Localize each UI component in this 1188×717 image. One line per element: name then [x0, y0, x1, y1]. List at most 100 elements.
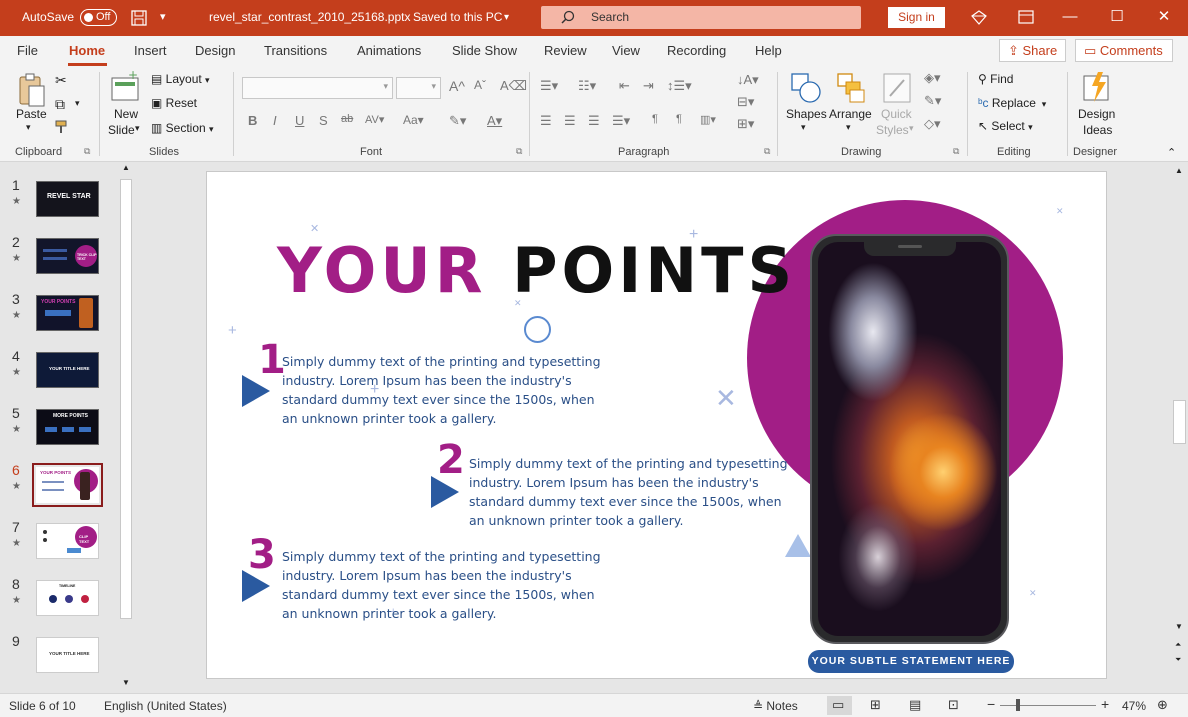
- search-box[interactable]: Search: [541, 6, 861, 29]
- tab-design[interactable]: Design: [195, 43, 235, 58]
- align-text-icon[interactable]: ⊟▾: [737, 94, 754, 110]
- slide[interactable]: YOUR POINTS ✕ + ✕ + + ✕ ✕ ✕ + 1 Simply d…: [206, 171, 1107, 679]
- copy-icon[interactable]: ⧉: [55, 96, 65, 113]
- select-button[interactable]: ↖ Select ▾: [978, 119, 1033, 133]
- slide-thumbnail-6[interactable]: YOUR POINTS: [36, 467, 99, 503]
- zoom-slider-thumb[interactable]: [1016, 699, 1020, 711]
- slide-thumbnail-3[interactable]: YOUR POINTS: [36, 295, 99, 331]
- close-icon[interactable]: ✕: [1153, 6, 1175, 28]
- italic-icon[interactable]: I: [273, 113, 277, 128]
- new-slide-label-2[interactable]: Slide: [108, 123, 135, 137]
- chevron-down-icon[interactable]: ▾: [909, 123, 914, 134]
- slide-thumbnail-5[interactable]: MORE POINTS: [36, 409, 99, 445]
- slideshow-icon[interactable]: ⊡: [948, 697, 959, 713]
- tab-slide-show[interactable]: Slide Show: [452, 43, 517, 58]
- tab-file[interactable]: File: [17, 43, 38, 58]
- justify-icon[interactable]: ☰▾: [612, 113, 630, 129]
- rtl-icon[interactable]: ¶: [676, 113, 682, 125]
- reading-view-icon[interactable]: ▤: [909, 697, 921, 713]
- font-size-combo[interactable]: ▾: [396, 77, 441, 99]
- layout-button[interactable]: ▤ Layout ▾: [151, 72, 210, 86]
- scrollbar-thumb[interactable]: [1173, 400, 1186, 444]
- language-indicator[interactable]: English (United States): [104, 699, 227, 713]
- slide-thumbnail-2[interactable]: TRICK CLIP TEXT: [36, 238, 99, 274]
- next-slide-icon[interactable]: ⏷: [1175, 655, 1181, 665]
- font-color-icon[interactable]: A▾: [487, 113, 502, 129]
- tab-transitions[interactable]: Transitions: [264, 43, 327, 58]
- zoom-out-icon[interactable]: −: [987, 696, 995, 712]
- arrange-icon[interactable]: [836, 72, 866, 104]
- tab-view[interactable]: View: [612, 43, 640, 58]
- scroll-down-icon[interactable]: ▼: [122, 678, 130, 687]
- scrollbar-thumb[interactable]: [120, 179, 132, 619]
- zoom-slider-track[interactable]: [1000, 705, 1096, 706]
- chevron-down-icon[interactable]: ▾: [846, 122, 851, 133]
- previous-slide-icon[interactable]: ⏶: [1175, 640, 1181, 650]
- autosave-toggle[interactable]: Off: [80, 9, 117, 26]
- paste-label[interactable]: Paste: [16, 107, 47, 121]
- underline-icon[interactable]: U: [295, 113, 304, 128]
- quick-styles-icon[interactable]: [882, 72, 912, 104]
- shadow-icon[interactable]: S: [319, 113, 328, 128]
- design-ideas-label-2[interactable]: Ideas: [1083, 123, 1112, 137]
- fit-to-window-icon[interactable]: ⊕: [1157, 697, 1168, 713]
- scroll-up-icon[interactable]: ▲: [1175, 166, 1183, 175]
- slide-thumbnail-9[interactable]: YOUR TITLE HERE: [36, 637, 99, 673]
- diamond-icon[interactable]: [971, 10, 987, 25]
- subtle-statement-banner[interactable]: YOUR SUBTLE STATEMENT HERE: [808, 650, 1014, 673]
- zoom-level[interactable]: 47%: [1122, 699, 1146, 713]
- maximize-icon[interactable]: ☐: [1106, 6, 1128, 28]
- find-button[interactable]: ⚲ Find: [978, 72, 1013, 86]
- point-text-1[interactable]: Simply dummy text of the printing and ty…: [282, 352, 602, 428]
- point-text-3[interactable]: Simply dummy text of the printing and ty…: [282, 547, 602, 623]
- comments-button[interactable]: ▭ Comments: [1075, 39, 1173, 62]
- align-left-icon[interactable]: ☰: [540, 113, 552, 129]
- tab-home[interactable]: Home: [69, 43, 105, 58]
- shapes-icon[interactable]: [790, 72, 822, 104]
- sign-in-button[interactable]: Sign in: [888, 7, 945, 28]
- new-slide-label-1[interactable]: New: [114, 107, 138, 121]
- slide-sorter-icon[interactable]: ⊞: [870, 697, 881, 713]
- slide-title[interactable]: YOUR POINTS: [277, 234, 796, 307]
- save-icon[interactable]: [131, 10, 147, 26]
- phone-mockup[interactable]: [810, 234, 1009, 644]
- smartart-icon[interactable]: ⊞▾: [737, 116, 754, 132]
- scroll-up-icon[interactable]: ▲: [122, 163, 130, 172]
- text-direction-icon[interactable]: ¶: [652, 113, 658, 125]
- notes-button[interactable]: ≜ Notes: [753, 699, 798, 713]
- slide-thumbnail-1[interactable]: REVEL STAR: [36, 181, 99, 217]
- chevron-down-icon[interactable]: ▾: [504, 12, 509, 23]
- dialog-launcher-icon[interactable]: ⧉: [953, 146, 959, 157]
- replace-button[interactable]: ᵇc Replace ▾: [978, 96, 1046, 110]
- slide-thumbnail-8[interactable]: TIMELINE: [36, 580, 99, 616]
- shape-effects-icon[interactable]: ◇▾: [924, 116, 941, 132]
- chevron-down-icon[interactable]: ▾: [26, 122, 31, 133]
- thumbnail-scrollbar[interactable]: ▲ ▼: [119, 163, 134, 690]
- cut-icon[interactable]: ✂: [55, 72, 67, 89]
- align-center-icon[interactable]: ☰: [564, 113, 576, 129]
- tab-insert[interactable]: Insert: [134, 43, 167, 58]
- quick-styles-label-1[interactable]: Quick: [881, 107, 912, 121]
- text-direction-icon[interactable]: ↓A▾: [737, 72, 759, 88]
- decrease-indent-icon[interactable]: ⇤: [619, 78, 630, 94]
- slide-thumbnail-4[interactable]: YOUR TITLE HERE: [36, 352, 99, 388]
- quick-styles-label-2[interactable]: Styles: [876, 123, 909, 137]
- char-spacing-icon[interactable]: AV▾: [365, 113, 384, 126]
- font-name-combo[interactable]: ▾: [242, 77, 393, 99]
- design-ideas-icon[interactable]: [1082, 72, 1112, 104]
- increase-font-icon[interactable]: A^: [449, 78, 465, 94]
- tab-review[interactable]: Review: [544, 43, 587, 58]
- dialog-launcher-icon[interactable]: ⧉: [764, 146, 770, 157]
- zoom-in-icon[interactable]: +: [1101, 696, 1109, 712]
- share-button[interactable]: ⇪ Share: [999, 39, 1066, 62]
- tab-recording[interactable]: Recording: [667, 43, 726, 58]
- new-slide-icon[interactable]: +: [110, 71, 140, 103]
- align-right-icon[interactable]: ☰: [588, 113, 600, 129]
- bullets-icon[interactable]: ☰▾: [540, 78, 558, 94]
- arrange-label[interactable]: Arrange: [829, 107, 872, 121]
- tab-help[interactable]: Help: [755, 43, 782, 58]
- tab-animations[interactable]: Animations: [357, 43, 421, 58]
- point-text-2[interactable]: Simply dummy text of the printing and ty…: [469, 454, 789, 530]
- columns-icon[interactable]: ▥▾: [700, 113, 716, 126]
- dialog-launcher-icon[interactable]: ⧉: [84, 146, 90, 157]
